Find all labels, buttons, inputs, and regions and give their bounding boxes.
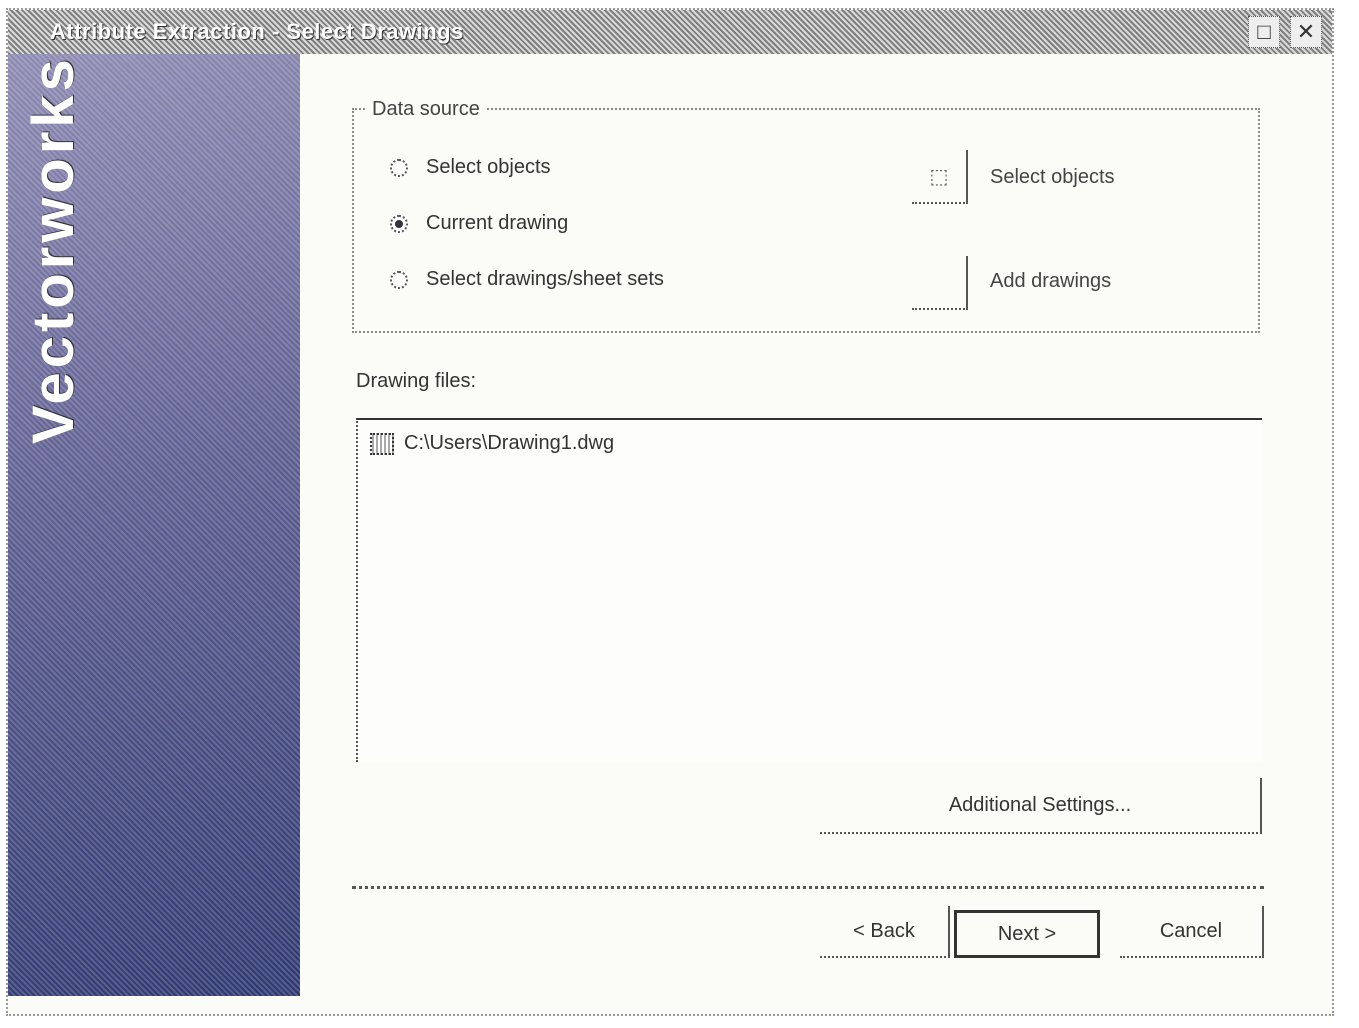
next-button[interactable]: Next > xyxy=(954,910,1100,958)
maximize-button[interactable]: □ xyxy=(1248,16,1280,48)
select-objects-button[interactable]: ⬚ xyxy=(912,150,968,204)
window-title: Attribute Extraction - Select Drawings xyxy=(50,19,464,44)
drawing-files-label: Drawing files: xyxy=(356,370,477,392)
close-button[interactable]: ✕ xyxy=(1290,16,1322,48)
select-objects-icon: ⬚ xyxy=(929,165,949,188)
radio-icon[interactable] xyxy=(390,270,408,289)
dwg-file-icon xyxy=(370,432,394,455)
add-drawings-button-label: Add drawings xyxy=(990,270,1112,292)
main-content: Data source Select objects Current drawi… xyxy=(300,54,1332,996)
radio-label: Select objects xyxy=(426,156,551,178)
drawing-files-list[interactable]: C:\Users\Drawing1.dwg xyxy=(356,418,1262,762)
dialog-window: Attribute Extraction - Select Drawings □… xyxy=(6,8,1334,1016)
radio-label: Select drawings/sheet sets xyxy=(426,268,664,290)
list-item[interactable]: C:\Users\Drawing1.dwg xyxy=(370,432,614,455)
additional-settings-button[interactable]: Additional Settings... xyxy=(820,778,1262,834)
radio-label: Current drawing xyxy=(426,212,569,234)
data-source-group: Data source Select objects Current drawi… xyxy=(352,98,1260,333)
title-bar[interactable]: Attribute Extraction - Select Drawings □… xyxy=(8,10,1332,54)
select-objects-button-label: Select objects xyxy=(990,166,1115,188)
file-path: C:\Users\Drawing1.dwg xyxy=(404,432,615,454)
radio-checked-icon[interactable] xyxy=(390,214,408,233)
radio-current-drawing[interactable]: Current drawing xyxy=(390,212,568,235)
cancel-button[interactable]: Cancel xyxy=(1120,906,1264,958)
radio-select-drawings[interactable]: Select drawings/sheet sets xyxy=(390,268,664,291)
radio-select-objects[interactable]: Select objects xyxy=(390,156,551,179)
footer-separator xyxy=(352,886,1264,889)
brand-logo-text: Vectorworks xyxy=(21,55,86,444)
back-button[interactable]: < Back xyxy=(820,906,950,958)
add-drawings-button[interactable] xyxy=(912,256,968,310)
radio-icon[interactable] xyxy=(390,158,408,177)
title-controls: □ ✕ xyxy=(1248,16,1322,48)
data-source-legend: Data source xyxy=(366,98,486,121)
sidebar-banner: Vectorworks xyxy=(8,54,300,996)
